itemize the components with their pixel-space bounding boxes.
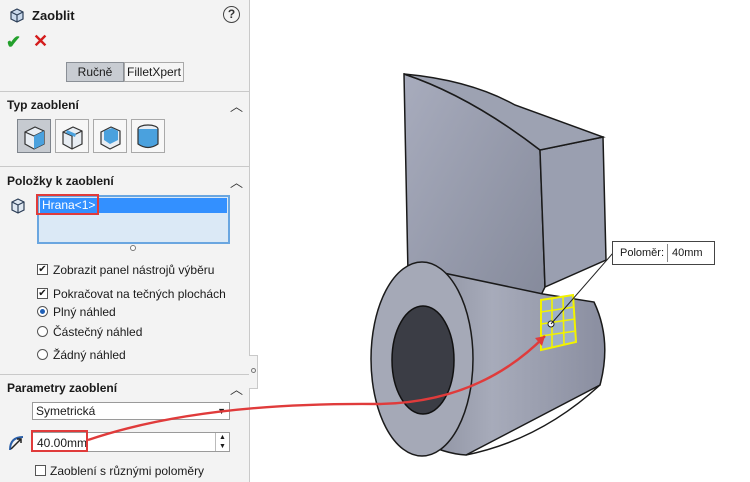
callout-value[interactable]: 40mm — [672, 247, 703, 259]
radius-callout[interactable]: Poloměr: 40mm — [612, 241, 715, 265]
hub-bore — [391, 305, 455, 415]
callout-label: Poloměr: — [620, 247, 665, 259]
callout-separator — [667, 244, 668, 262]
blade-edge-face — [539, 136, 607, 289]
